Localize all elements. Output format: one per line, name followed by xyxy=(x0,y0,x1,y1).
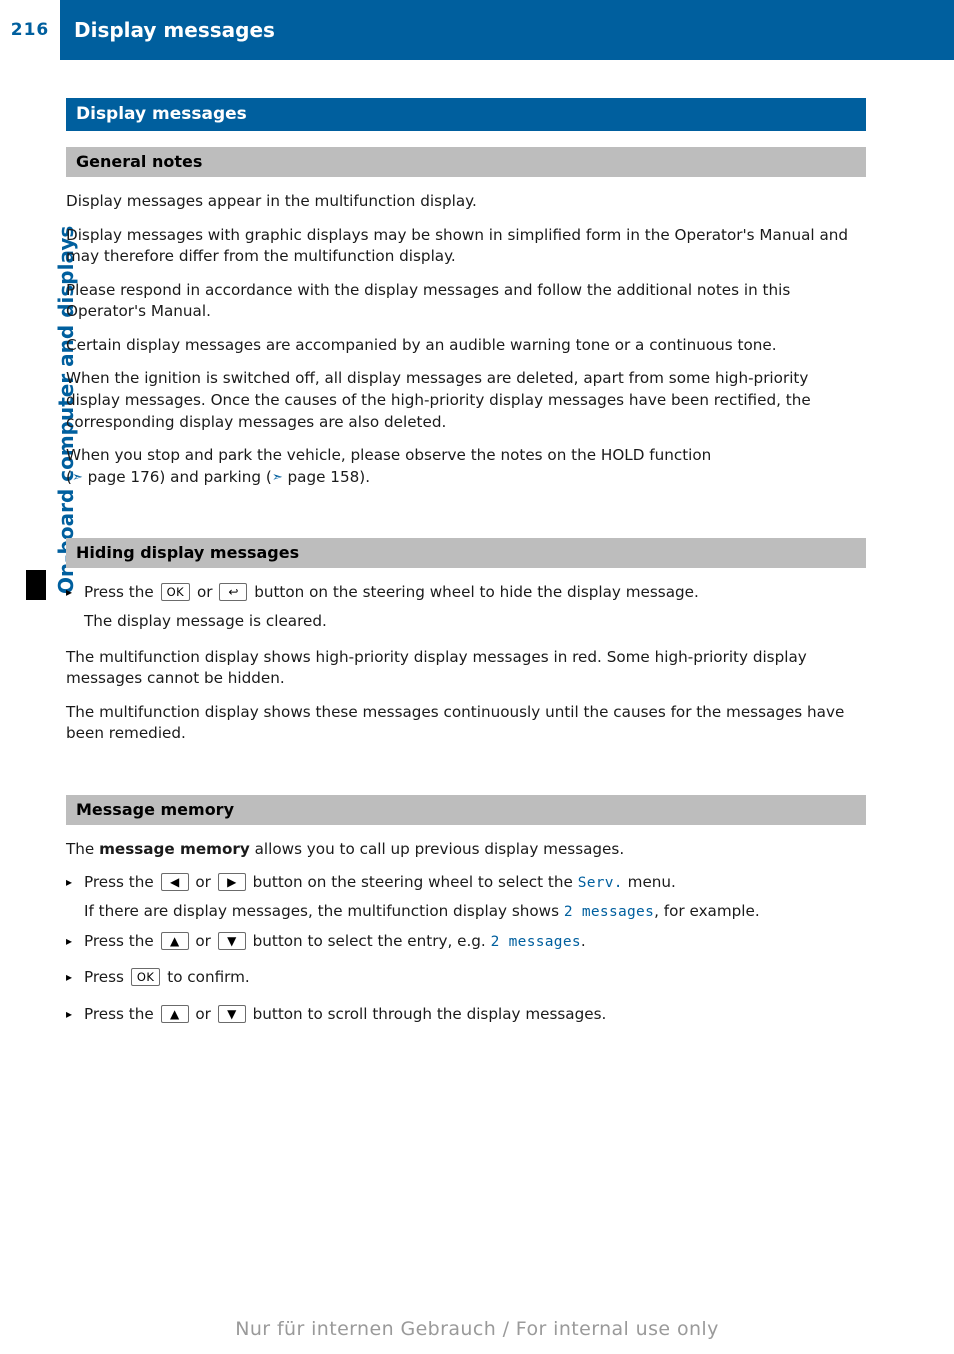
hiding-step-1-or: or xyxy=(196,583,213,602)
hiding-step-1-post: button on the steering wheel to hide the… xyxy=(254,583,699,602)
section-title-display-messages: Display messages xyxy=(66,98,866,131)
memory-step-1-or: or xyxy=(195,873,211,892)
down-arrow-icon: ▼ xyxy=(217,1004,246,1023)
memory-step-1-pre: Press the xyxy=(84,873,154,892)
memory-step-4-pre: Press the xyxy=(84,1004,154,1023)
memory-step-4-body: Press the ▲ or ▼ button to scroll throug… xyxy=(84,1004,866,1026)
memory-step-2-post: . xyxy=(580,931,586,950)
list-item: ▸ Press OK to confirm. xyxy=(66,967,866,989)
hold-note-middle: ) and parking ( xyxy=(159,467,272,486)
list-item: ▸ Press the ◀ or ▶ button on the steerin… xyxy=(66,872,866,894)
bullet-arrow-icon: ▸ xyxy=(66,875,73,890)
bullet-arrow-icon: ▸ xyxy=(66,970,73,985)
memory-step-1-body: Press the ◀ or ▶ button on the steering … xyxy=(84,872,866,894)
footer-watermark: Nur für internen Gebrauch / For internal… xyxy=(235,1318,719,1340)
bullet-arrow-icon: ▸ xyxy=(66,1006,73,1021)
paragraph-general-2: Display messages with graphic displays m… xyxy=(66,225,849,266)
bullet-arrow-icon: ▸ xyxy=(66,933,73,948)
memory-step-4-or: or xyxy=(195,1004,211,1023)
paragraph-hold-note: When you stop and park the vehicle, plea… xyxy=(66,445,866,488)
paragraph-general-4: Certain display messages are accompanied… xyxy=(66,335,777,354)
subsection-heading-hiding: Hiding display messages xyxy=(66,538,866,569)
hold-note-end: ). xyxy=(359,467,371,486)
spacer-before-hiding xyxy=(66,500,866,538)
memory-step-2-pre: Press the xyxy=(84,931,154,950)
list-item: ▸ Press the ▲ or ▼ button to select the … xyxy=(66,931,866,953)
paragraph-hiding-1: The multifunction display shows high-pri… xyxy=(66,647,807,688)
memory-intro-bold: message memory xyxy=(99,839,250,858)
memory-step-2-or: or xyxy=(195,931,211,950)
memory-step-1-mid: button on the steering wheel to select t… xyxy=(252,873,573,892)
paragraph-memory-intro: The message memory allows you to call up… xyxy=(66,839,866,861)
page-reference-icon: ➣ xyxy=(71,469,83,485)
memory-step-1-sub: If there are display messages, the multi… xyxy=(66,901,866,923)
spacer-before-memory xyxy=(66,757,866,795)
subsection-heading-message-memory: Message memory xyxy=(66,794,866,825)
hiding-step-1-sub: The display message is cleared. xyxy=(84,611,327,630)
down-arrow-icon: ▼ xyxy=(217,931,246,950)
page-header-bar: 216 Display messages xyxy=(0,0,954,60)
list-item: ▸ Press the ▲ or ▼ button to scroll thro… xyxy=(66,1004,866,1026)
memory-step-3-post: to confirm. xyxy=(167,968,250,987)
page-reference-icon-2: ➣ xyxy=(271,469,283,485)
side-chapter-marker xyxy=(26,570,46,600)
memory-step-2-mid: button to select the entry, e.g. xyxy=(252,931,486,950)
memory-step-3-body: Press OK to confirm. xyxy=(84,967,866,989)
paragraph-general-5: When the ignition is switched off, all d… xyxy=(66,369,811,431)
left-arrow-icon: ◀ xyxy=(160,873,189,892)
side-tab: On-board computer and displays xyxy=(26,94,78,594)
hold-note-ref-158: page 158 xyxy=(287,467,360,486)
header-title: Display messages xyxy=(74,18,275,42)
memory-intro-pre: The xyxy=(66,839,100,858)
ok-button-key: OK xyxy=(130,968,161,987)
paragraph-general-1: Display messages appear in the multifunc… xyxy=(66,192,477,210)
hiding-step-1-body: Press the OK or ↩ button on the steering… xyxy=(84,582,866,604)
memory-step-2-body: Press the ▲ or ▼ button to select the en… xyxy=(84,931,866,953)
list-item: ▸ Press the OK or ↩ button on the steeri… xyxy=(66,582,866,604)
page-content: Display messages General notes Display m… xyxy=(66,98,866,1032)
display-value-2-messages: 2 messages xyxy=(563,903,655,920)
memory-intro-post: allows you to call up previous display m… xyxy=(249,839,625,858)
memory-step-1-sub-post: , for example. xyxy=(654,901,760,920)
memory-step-1-sub-pre: If there are display messages, the multi… xyxy=(84,901,559,920)
menu-name-serv: Serv. xyxy=(577,875,623,892)
entry-value-2-messages: 2 messages xyxy=(490,933,581,950)
back-arrow-icon: ↩ xyxy=(219,583,248,602)
up-arrow-icon: ▲ xyxy=(160,1004,189,1023)
page-number: 216 xyxy=(0,0,60,60)
hold-note-text: When you stop and park the vehicle, plea… xyxy=(66,446,712,465)
memory-step-1-post: menu. xyxy=(627,873,676,892)
memory-step-3-pre: Press xyxy=(84,968,124,987)
subsection-heading-general-notes: General notes xyxy=(66,147,866,177)
hiding-step-1-pre: Press the xyxy=(84,583,154,602)
hold-note-ref-176: page 176 xyxy=(87,467,160,486)
paragraph-general-3: Please respond in accordance with the di… xyxy=(66,280,791,321)
paragraph-hiding-2: The multifunction display shows these me… xyxy=(66,702,845,743)
memory-step-4-post: button to scroll through the display mes… xyxy=(252,1004,607,1023)
up-arrow-icon: ▲ xyxy=(160,931,189,950)
bullet-arrow-icon: ▸ xyxy=(66,585,73,600)
right-arrow-icon: ▶ xyxy=(217,873,246,892)
ok-button-key: OK xyxy=(160,583,191,602)
